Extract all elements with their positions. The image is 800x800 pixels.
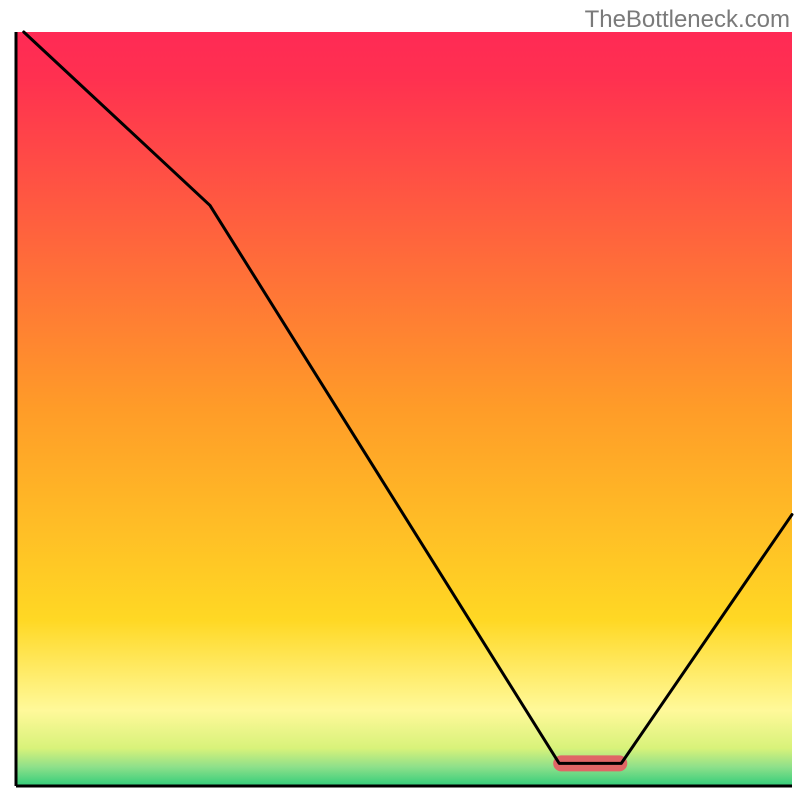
watermark-text: TheBottleneck.com [585,6,790,34]
plot-background [16,32,792,786]
bottleneck-chart [0,0,800,800]
chart-container: TheBottleneck.com [0,0,800,800]
